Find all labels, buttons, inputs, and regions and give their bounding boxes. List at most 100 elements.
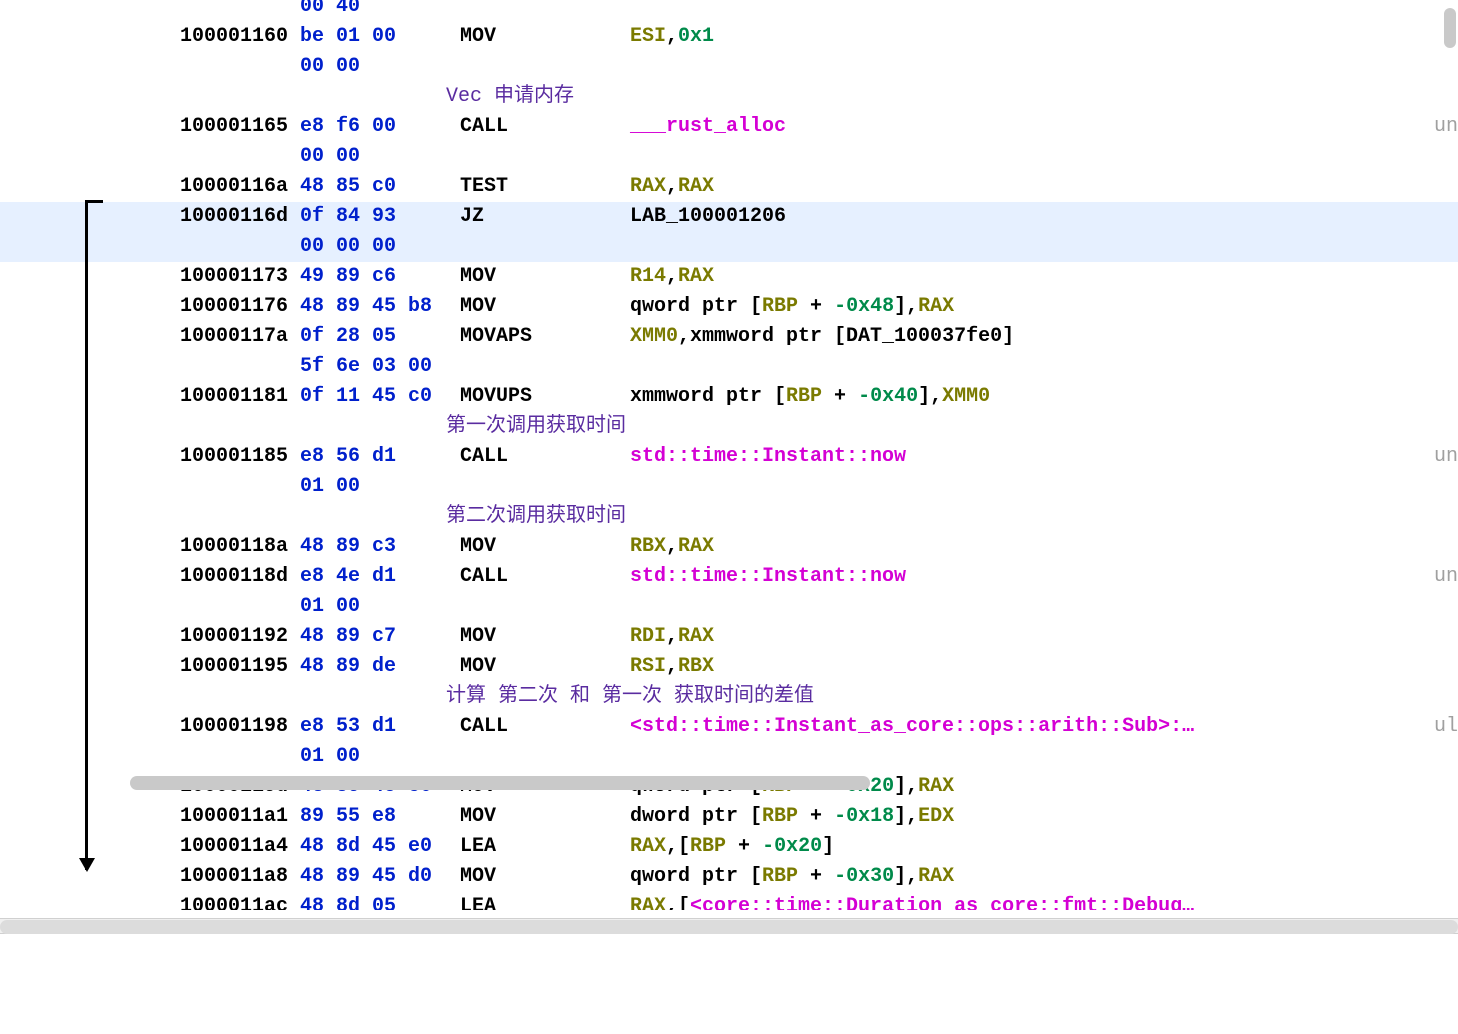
mnemonic: MOV [460,862,630,892]
address: 100001198 [180,712,300,742]
operands: ESI,0x1 [630,22,714,52]
instruction-bytes: 48 8d 45 e0 [300,832,460,862]
operand-token: ,[ [666,895,690,910]
operand-token: RAX [678,175,714,198]
operand-token: XMM0 [630,325,678,348]
operand-token: ,xmmword ptr [ [678,325,846,348]
instruction-row[interactable]: 10000118a48 89 c3MOVRBX,RAX [0,532,1458,562]
instruction-bytes: 48 89 45 b8 [300,292,460,322]
operand-token: RBX [630,535,666,558]
instruction-row[interactable]: 10000116a48 85 c0TESTRAX,RAX [0,172,1458,202]
mnemonic: CALL [460,442,630,472]
operand-token: -0x48 [834,295,894,318]
instruction-bytes: 0f 28 05 [300,322,460,352]
vertical-scrollbar-thumb[interactable] [1444,8,1456,48]
instruction-bytes: 48 89 c3 [300,532,460,562]
operand-token: -0x18 [834,805,894,828]
bytes-continuation-row: 5f 6e 03 00 [0,352,1458,382]
instruction-bytes: 00 40 [300,0,460,22]
operand-token: + [798,805,834,828]
operand-token: DAT_100037fe0 [846,325,1002,348]
operands: qword ptr [RBP + -0x30],RAX [630,862,954,892]
address: 100001192 [180,622,300,652]
operand-token: ], [894,295,918,318]
address: 100001181 [180,382,300,412]
operands: dword ptr [RBP + -0x18],EDX [630,802,954,832]
bottom-panel [0,938,1458,1034]
instruction-bytes: 48 8d 05 [300,892,460,910]
comment-text: 计算 第二次 和 第一次 获取时间的差值 [446,685,814,708]
instruction-bytes: e8 56 d1 [300,442,460,472]
operand-token: XMM0 [942,385,990,408]
address: 100001176 [180,292,300,322]
instruction-bytes: 0f 84 93 [300,202,460,232]
operand-token: , [666,535,678,558]
operand-token: std::time::Instant::now [630,445,906,468]
operands: RDI,RAX [630,622,714,652]
address: 100001160 [180,22,300,52]
outer-horizontal-scrollbar[interactable] [0,918,1458,934]
instruction-row[interactable]: 1000011a189 55 e8MOVdword ptr [RBP + -0x… [0,802,1458,832]
operands: xmmword ptr [RBP + -0x40],XMM0 [630,382,990,412]
instruction-bytes: 0f 11 45 c0 [300,382,460,412]
instruction-bytes: e8 f6 00 [300,112,460,142]
address: 1000011a4 [180,832,300,862]
operand-token: + [798,865,834,888]
operand-token: RAX [630,895,666,910]
comment-text: 第一次调用获取时间 [446,415,626,438]
bytes-continuation-row: 00 00 [0,52,1458,82]
disassembly-viewport[interactable]: 00 40100001160be 01 00MOVESI,0x100 00Vec… [0,0,1458,910]
mnemonic: JZ [460,202,630,232]
comment-row: 第二次调用获取时间 [0,502,1458,532]
instruction-bytes: 49 89 c6 [300,262,460,292]
vertical-scrollbar[interactable] [1444,8,1456,888]
operand-token: RBP [762,295,798,318]
instruction-bytes: be 01 00 [300,22,460,52]
instruction-bytes: 01 00 [300,592,460,622]
instruction-row[interactable]: 100001185e8 56 d1CALLstd::time::Instant:… [0,442,1458,472]
operand-token: dword ptr [ [630,805,762,828]
instruction-row[interactable]: 10000117349 89 c6MOVR14,RAX [0,262,1458,292]
instruction-bytes: 48 89 45 d0 [300,862,460,892]
operand-token: + [726,835,762,858]
operands: RBX,RAX [630,532,714,562]
instruction-row[interactable]: 10000119248 89 c7MOVRDI,RAX [0,622,1458,652]
mnemonic: MOV [460,292,630,322]
inner-horizontal-scrollbar[interactable] [110,776,1298,790]
address: 100001173 [180,262,300,292]
outer-horizontal-scrollbar-thumb[interactable] [0,920,1458,934]
instruction-row[interactable]: 1000011a448 8d 45 e0LEARAX,[RBP + -0x20] [0,832,1458,862]
instruction-row[interactable]: 100001198e8 53 d1CALL<std::time::Instant… [0,712,1458,742]
operand-token: RBP [762,865,798,888]
instruction-row[interactable]: 1000011ac48 8d 05LEARAX,[<core::time::Du… [0,892,1458,910]
mnemonic: LEA [460,832,630,862]
instruction-row[interactable]: 10000119548 89 deMOVRSI,RBX [0,652,1458,682]
instruction-row[interactable]: 10000117648 89 45 b8MOVqword ptr [RBP + … [0,292,1458,322]
mnemonic: MOVUPS [460,382,630,412]
bytes-continuation-row: 01 00 [0,472,1458,502]
operand-token: RDI [630,625,666,648]
operand-token: RBP [762,805,798,828]
instruction-bytes: 5f 6e 03 00 [300,352,460,382]
operand-token: ], [918,385,942,408]
operand-token: LAB_100001206 [630,205,786,228]
bytes-continuation-row: 00 00 00 [0,232,1458,262]
instruction-row[interactable]: 100001160be 01 00MOVESI,0x1 [0,22,1458,52]
instruction-bytes: 48 85 c0 [300,172,460,202]
instruction-row[interactable]: 10000118de8 4e d1CALLstd::time::Instant:… [0,562,1458,592]
operand-token: RBP [786,385,822,408]
instruction-row[interactable]: 1000011810f 11 45 c0MOVUPSxmmword ptr [R… [0,382,1458,412]
disassembly-listing: 00 40100001160be 01 00MOVESI,0x100 00Vec… [0,0,1458,910]
operand-token: ], [894,865,918,888]
instruction-bytes: e8 53 d1 [300,712,460,742]
instruction-row[interactable]: 10000117a0f 28 05MOVAPSXMM0,xmmword ptr … [0,322,1458,352]
operand-token: ESI [630,25,666,48]
instruction-row[interactable]: 100001165e8 f6 00CALL___rust_allocun [0,112,1458,142]
operand-token: ] [1002,325,1014,348]
operands: <std::time::Instant_as_core::ops::arith:… [630,712,1194,742]
mnemonic: LEA [460,892,630,910]
operand-token: qword ptr [ [630,865,762,888]
instruction-row[interactable]: 10000116d0f 84 93JZLAB_100001206 [0,202,1458,232]
inner-horizontal-scrollbar-thumb[interactable] [130,776,870,790]
instruction-row[interactable]: 1000011a848 89 45 d0MOVqword ptr [RBP + … [0,862,1458,892]
